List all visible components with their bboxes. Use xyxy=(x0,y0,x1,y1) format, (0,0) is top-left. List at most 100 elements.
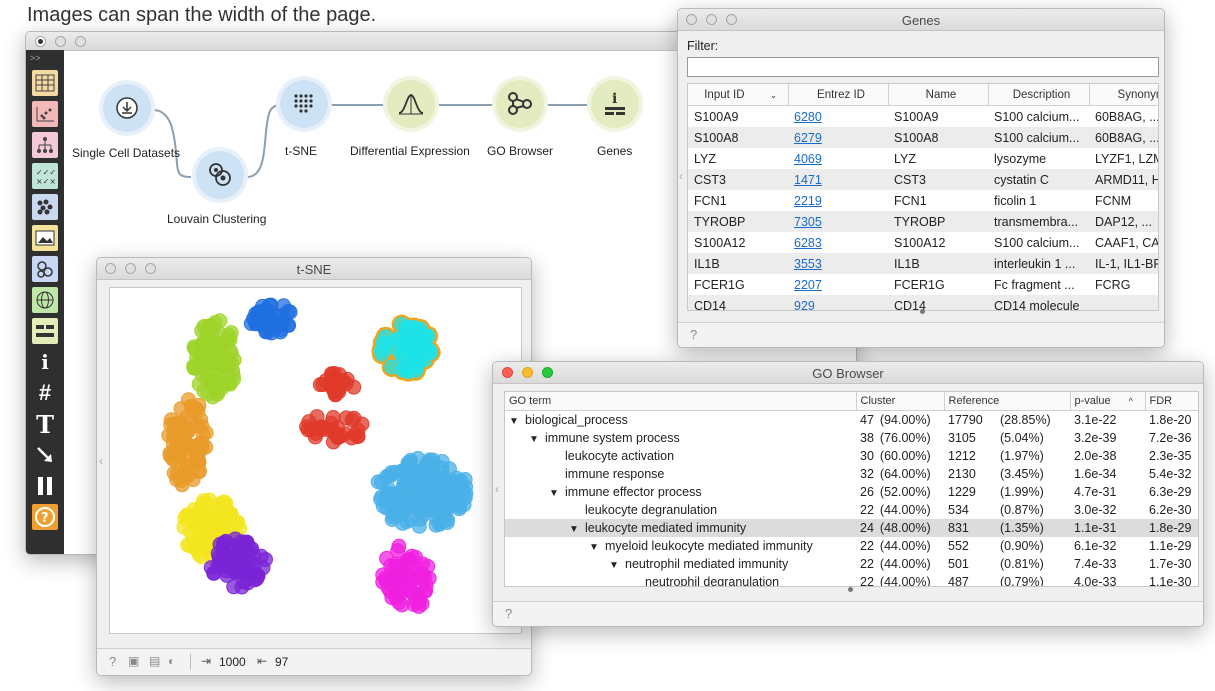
left-collapse-icon[interactable]: ‹ xyxy=(495,482,499,496)
save-icon[interactable]: ▣ xyxy=(128,654,139,668)
tsne-point[interactable] xyxy=(389,331,405,347)
tsne-point[interactable] xyxy=(178,410,194,426)
tsne-point[interactable] xyxy=(280,303,296,319)
column-header-synonym[interactable]: Synonym xyxy=(1089,84,1158,106)
tsne-point[interactable] xyxy=(344,412,360,428)
tsne-point[interactable] xyxy=(161,427,177,443)
entrez-link[interactable]: 2219 xyxy=(794,194,822,208)
tree-row[interactable]: immune response 32 (64.00%) 2130 (3.45%) 1.6e… xyxy=(505,465,1198,483)
tsne-point[interactable] xyxy=(411,518,427,534)
expand-arrow-icon[interactable]: ▼ xyxy=(569,524,585,535)
tree-row[interactable]: ▼ myeloid leukocyte mediated immunity 22 (4… xyxy=(505,537,1198,555)
tsne-point[interactable] xyxy=(436,508,452,524)
tsne-point[interactable] xyxy=(422,343,438,359)
tsne-point[interactable] xyxy=(374,474,390,490)
tsne-point[interactable] xyxy=(339,371,355,387)
tsne-point[interactable] xyxy=(262,297,278,313)
tree-row[interactable]: ▼ leukocyte mediated immunity 24 (48.00%) 83… xyxy=(505,519,1198,537)
tsne-point[interactable] xyxy=(301,414,317,430)
entrez-link[interactable]: 6283 xyxy=(794,236,822,250)
table-row[interactable]: S100A9 6280 S100A9 S100 calcium... 60B8AG, .… xyxy=(688,106,1158,128)
expand-arrow-icon[interactable]: ▼ xyxy=(529,434,545,445)
column-header-cluster[interactable]: Cluster xyxy=(856,392,945,411)
tree-row[interactable]: leukocyte activation 30 (60.00%) 1212 (1.97%… xyxy=(505,447,1198,465)
entrez-link[interactable]: 4069 xyxy=(794,152,822,166)
tsne-point[interactable] xyxy=(196,345,212,361)
tree-row[interactable]: ▼ biological_process 47 (94.00%) 17790 (28.85… xyxy=(505,411,1198,430)
tsne-point[interactable] xyxy=(402,560,418,576)
column-header-p-value[interactable]: p-value ^ xyxy=(1070,392,1146,411)
column-header-reference[interactable]: Reference xyxy=(944,392,1071,411)
tsne-point[interactable] xyxy=(181,422,197,438)
tsne-point[interactable] xyxy=(438,496,454,512)
tree-row[interactable]: leukocyte degranulation 22 (44.00%) 534 (0.8… xyxy=(505,501,1198,519)
tsne-scatter[interactable] xyxy=(110,288,521,633)
expand-arrow-icon[interactable]: ▼ xyxy=(509,416,525,427)
help-icon[interactable]: ? xyxy=(505,606,512,621)
tsne-point[interactable] xyxy=(312,377,328,393)
tsne-point[interactable] xyxy=(243,563,259,579)
column-header-description[interactable]: Description xyxy=(988,84,1090,106)
entrez-link[interactable]: 929 xyxy=(794,299,815,311)
table-row[interactable]: LYZ 4069 LYZ lysozyme LYZF1, LZM xyxy=(688,148,1158,169)
report-icon[interactable]: ▤ xyxy=(149,654,160,668)
help-icon[interactable]: ? xyxy=(690,327,697,342)
tsne-point[interactable] xyxy=(248,313,264,329)
tsne-point[interactable] xyxy=(253,548,269,564)
tsne-point[interactable] xyxy=(401,320,417,336)
tsne-point[interactable] xyxy=(424,465,440,481)
tsne-point[interactable] xyxy=(414,326,430,342)
tsne-point[interactable] xyxy=(169,465,185,481)
column-header-fdr[interactable]: FDR xyxy=(1145,392,1198,411)
tree-row[interactable]: neutrophil degranulation 22 (44.00%) 487 (0.… xyxy=(505,573,1198,586)
tsne-point[interactable] xyxy=(395,362,411,378)
left-collapse-icon[interactable]: ‹ xyxy=(679,169,683,183)
table-row[interactable]: IL1B 3553 IL1B interleukin 1 ... IL-1, IL1-B… xyxy=(688,253,1158,274)
entrez-link[interactable]: 1471 xyxy=(794,173,822,187)
dropdown-chevron-icon[interactable]: ⌄ xyxy=(770,90,778,100)
tsne-point[interactable] xyxy=(185,472,201,488)
table-row[interactable]: CST3 1471 CST3 cystatin C ARMD11, H xyxy=(688,169,1158,190)
tsne-point[interactable] xyxy=(226,579,242,595)
scroll-handle[interactable] xyxy=(848,587,853,592)
tsne-point[interactable] xyxy=(434,453,450,469)
entrez-link[interactable]: 6279 xyxy=(794,131,822,145)
tsne-point[interactable] xyxy=(325,434,341,450)
tsne-point[interactable] xyxy=(179,508,195,524)
tsne-plot-area[interactable] xyxy=(109,287,522,634)
column-header-entrez-id[interactable]: Entrez ID xyxy=(788,84,889,106)
tsne-point[interactable] xyxy=(209,345,225,361)
entrez-link[interactable]: 6280 xyxy=(794,110,822,124)
tsne-point[interactable] xyxy=(406,350,422,366)
filter-input[interactable] xyxy=(687,57,1159,77)
tsne-point[interactable] xyxy=(165,451,181,467)
expand-arrow-icon[interactable]: ▼ xyxy=(589,542,605,553)
expand-arrow-icon[interactable]: ▼ xyxy=(609,560,625,571)
tsne-point[interactable] xyxy=(180,537,196,553)
table-row[interactable]: S100A8 6279 S100A8 S100 calcium... 60B8AG, .… xyxy=(688,127,1158,148)
left-collapse-icon[interactable]: ‹ xyxy=(99,454,103,468)
tsne-point[interactable] xyxy=(393,505,409,521)
tsne-point[interactable] xyxy=(420,558,436,574)
tsne-point[interactable] xyxy=(209,381,225,397)
tsne-point[interactable] xyxy=(396,473,412,489)
tsne-point[interactable] xyxy=(384,486,400,502)
tsne-point[interactable] xyxy=(215,558,231,574)
tsne-point[interactable] xyxy=(323,366,339,382)
table-row[interactable]: S100A12 6283 S100A12 S100 calcium... CAAF1, … xyxy=(688,232,1158,253)
tsne-point[interactable] xyxy=(198,495,214,511)
column-header-name[interactable]: Name xyxy=(888,84,989,106)
table-row[interactable]: TYROBP 7305 TYROBP transmembra... DAP12, ... xyxy=(688,211,1158,232)
tsne-point[interactable] xyxy=(227,531,243,547)
tsne-point[interactable] xyxy=(378,573,394,589)
scroll-handle[interactable] xyxy=(920,309,925,314)
tsne-point[interactable] xyxy=(223,506,239,522)
preview-icon[interactable]: ◐ xyxy=(168,654,175,668)
tsne-point[interactable] xyxy=(198,439,214,455)
tree-row[interactable]: ▼ immune effector process 26 (52.00%) 1229 (1… xyxy=(505,483,1198,501)
entrez-link[interactable]: 7305 xyxy=(794,215,822,229)
tsne-point[interactable] xyxy=(260,324,276,340)
column-header-input-id[interactable]: Input ID ⌄ xyxy=(688,84,789,106)
tsne-point[interactable] xyxy=(425,488,441,504)
tsne-point[interactable] xyxy=(344,430,360,446)
